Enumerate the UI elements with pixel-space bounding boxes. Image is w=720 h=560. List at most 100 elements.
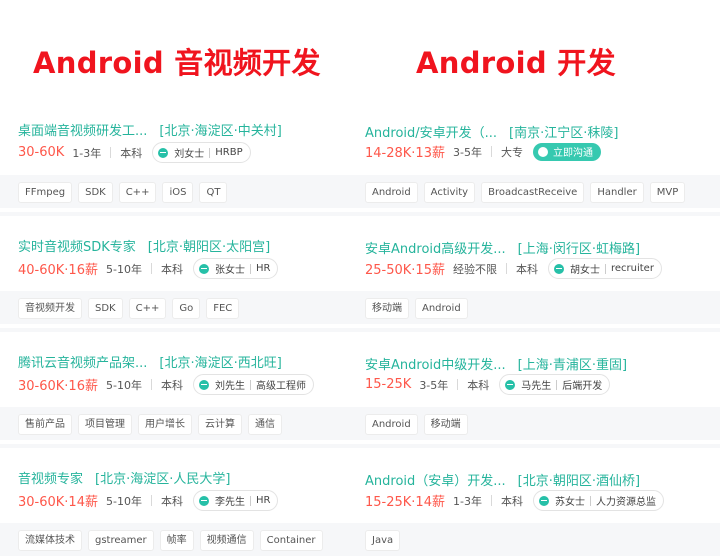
skill-tag[interactable]: 移动端 <box>365 298 409 319</box>
job-tags-bar: 流媒体技术 gstreamer 帧率 视频通信 Container <box>0 523 352 556</box>
recruiter-chip[interactable]: 刘女士 HRBP <box>152 142 251 163</box>
skill-tag[interactable]: 音视频开发 <box>18 298 82 319</box>
job-title[interactable]: Android/安卓开发（... <box>365 126 497 141</box>
chat-icon <box>537 146 548 157</box>
job-meta: 40-60K·16薪 5-10年 本科 张女士 HR <box>18 258 279 279</box>
skill-tag[interactable]: BroadcastReceive <box>481 182 585 203</box>
divider <box>209 147 211 158</box>
job-title-line[interactable]: 音视频专家 [北京·海淀区·人民大学] <box>18 468 230 487</box>
skill-tag[interactable]: 通信 <box>248 414 282 435</box>
skill-tag[interactable]: Handler <box>590 182 644 203</box>
skill-tag[interactable]: FEC <box>206 298 240 319</box>
job-card[interactable]: 音视频专家 [北京·海淀区·人民大学] 30-60K·14薪 5-10年 本科 李先生 HR… <box>0 444 352 560</box>
job-title[interactable]: 桌面端音视频研发工... <box>18 124 147 139</box>
job-meta: 15-25K·14薪 1-3年 本科 苏女士 人力资源总监 <box>365 490 664 511</box>
recruiter-name: 刘先生 <box>214 381 245 392</box>
skill-tag[interactable]: Activity <box>423 182 476 203</box>
job-card-header[interactable]: 桌面端音视频研发工... [北京·海淀区·中关村] 30-60K 1-3年 本科 刘女士 H… <box>0 100 352 175</box>
divider <box>457 379 459 390</box>
recruiter-name: 刘女士 <box>174 149 205 160</box>
skill-tag[interactable]: iOS <box>162 182 194 203</box>
skill-tag[interactable]: FFmpeg <box>18 182 73 203</box>
job-salary: 15-25K <box>365 377 412 392</box>
job-salary: 30-60K·16薪 <box>18 379 98 394</box>
job-card-header[interactable]: Android/安卓开发（... [南京·江宁区·秣陵] 14-28K·13薪 3-5… <box>352 100 720 175</box>
skill-tag[interactable]: Go <box>172 298 201 319</box>
recruiter-chip[interactable]: 胡女士 recruiter <box>547 258 662 279</box>
job-education: 本科 <box>160 494 183 508</box>
recruiter-role: recruiter <box>610 263 654 274</box>
job-title-line[interactable]: Android/安卓开发（... [南京·江宁区·秣陵] <box>365 122 618 141</box>
skill-tag[interactable]: 帧率 <box>159 530 194 551</box>
skill-tag[interactable]: SDK <box>78 182 113 203</box>
job-experience: 3-5年 <box>419 378 449 392</box>
job-title-line[interactable]: Android（安卓）开发... [北京·朝阳区·酒仙桥] <box>365 470 640 489</box>
divider <box>589 495 591 506</box>
job-education: 本科 <box>160 378 183 392</box>
job-title[interactable]: 腾讯云音视频产品架... <box>18 356 147 371</box>
job-title[interactable]: 安卓Android中级开发... <box>365 358 506 373</box>
job-card[interactable]: Android/安卓开发（... [南京·江宁区·秣陵] 14-28K·13薪 3-5… <box>352 100 720 212</box>
job-tags-bar: FFmpeg SDK C++ iOS QT <box>0 175 352 208</box>
skill-tag[interactable]: 售前产品 <box>18 414 72 435</box>
job-card[interactable]: 桌面端音视频研发工... [北京·海淀区·中关村] 30-60K 1-3年 本科 刘女士 H… <box>0 100 352 212</box>
skill-tag[interactable]: Android <box>365 182 418 203</box>
skill-tag[interactable]: Android <box>415 298 468 319</box>
skill-tag[interactable]: Container <box>259 530 323 551</box>
recruiter-role: 人力资源总监 <box>595 497 656 508</box>
skill-tag[interactable]: Java <box>365 530 401 551</box>
skill-tag[interactable]: 云计算 <box>198 414 242 435</box>
job-meta: 15-25K 3-5年 本科 马先生 后端开发 <box>365 374 611 395</box>
job-card-header[interactable]: 安卓Android中级开发... [上海·青浦区·重固] 15-25K 3-5年 本科马… <box>352 332 720 407</box>
divider <box>150 379 152 390</box>
job-title[interactable]: 音视频专家 <box>18 472 83 487</box>
skill-tag[interactable]: 视频通信 <box>199 530 254 551</box>
divider <box>249 263 251 274</box>
recruiter-chip[interactable]: 马先生 后端开发 <box>499 374 611 395</box>
job-title-line[interactable]: 安卓Android中级开发... [上海·青浦区·重固] <box>365 354 627 373</box>
tag-list: Android Activity BroadcastReceive Handler MV… <box>365 182 691 203</box>
job-card[interactable]: 安卓Android高级开发... [上海·闵行区·虹梅路] 25-50K·15薪 经验… <box>352 212 720 328</box>
chat-now-button[interactable]: 立即沟通 <box>532 142 601 161</box>
job-title-line[interactable]: 腾讯云音视频产品架... [北京·海淀区·西北旺] <box>18 352 282 371</box>
job-card-header[interactable]: 安卓Android高级开发... [上海·闵行区·虹梅路] 25-50K·15薪 经验… <box>352 216 720 291</box>
job-title-line[interactable]: 实时音视频SDK专家 [北京·朝阳区·太阳宫] <box>18 236 270 255</box>
skill-tag[interactable]: 用户增长 <box>138 414 192 435</box>
recruiter-chip[interactable]: 苏女士 人力资源总监 <box>532 490 664 511</box>
job-card-header[interactable]: 腾讯云音视频产品架... [北京·海淀区·西北旺] 30-60K·16薪 5-10年 本… <box>0 332 352 407</box>
recruiter-chip[interactable]: 刘先生 高级工程师 <box>192 374 314 395</box>
job-card[interactable]: Android（安卓）开发... [北京·朝阳区·酒仙桥] 15-25K·14薪 1-… <box>352 444 720 560</box>
job-title[interactable]: 实时音视频SDK专家 <box>18 240 136 255</box>
job-title[interactable]: 安卓Android高级开发... <box>365 242 506 257</box>
skill-tag[interactable]: SDK <box>88 298 123 319</box>
recruiter-chip[interactable]: 李先生 HR <box>192 490 279 511</box>
job-card-header[interactable]: Android（安卓）开发... [北京·朝阳区·酒仙桥] 15-25K·14薪 1-… <box>352 448 720 523</box>
skill-tag[interactable]: C++ <box>118 182 157 203</box>
skill-tag[interactable]: 项目管理 <box>78 414 132 435</box>
skill-tag[interactable]: 流媒体技术 <box>18 530 82 551</box>
job-card-header[interactable]: 实时音视频SDK专家 [北京·朝阳区·太阳宫] 40-60K·16薪 5-10年 本科张… <box>0 216 352 291</box>
job-card-header[interactable]: 音视频专家 [北京·海淀区·人民大学] 30-60K·14薪 5-10年 本科 李先生 HR <box>0 448 352 523</box>
skill-tag[interactable]: Android <box>365 414 418 435</box>
divider <box>556 379 558 390</box>
skill-tag[interactable]: MVP <box>649 182 686 203</box>
job-tags-bar: Java <box>352 523 720 556</box>
job-title[interactable]: Android（安卓）开发... <box>365 474 506 489</box>
job-education: 大专 <box>500 145 523 159</box>
job-title-line[interactable]: 桌面端音视频研发工... [北京·海淀区·中关村] <box>18 120 282 139</box>
skill-tag[interactable]: gstreamer <box>88 530 154 551</box>
recruiter-role: HRBP <box>215 147 243 158</box>
job-meta: 30-60K·14薪 5-10年 本科 李先生 HR <box>18 490 279 511</box>
job-salary: 30-60K·14薪 <box>18 495 98 510</box>
recruiter-chip[interactable]: 张女士 HR <box>192 258 279 279</box>
job-location: [北京·朝阳区·太阳宫] <box>147 240 271 255</box>
chat-icon <box>538 495 549 506</box>
job-title-line[interactable]: 安卓Android高级开发... [上海·闵行区·虹梅路] <box>365 238 640 257</box>
job-card[interactable]: 腾讯云音视频产品架... [北京·海淀区·西北旺] 30-60K·16薪 5-10年 本… <box>0 328 352 444</box>
job-card[interactable]: 实时音视频SDK专家 [北京·朝阳区·太阳宫] 40-60K·16薪 5-10年 本科张… <box>0 212 352 328</box>
job-salary: 14-28K·13薪 <box>365 146 445 161</box>
job-card[interactable]: 安卓Android中级开发... [上海·青浦区·重固] 15-25K 3-5年 本科马… <box>352 328 720 444</box>
skill-tag[interactable]: QT <box>199 182 228 203</box>
skill-tag[interactable]: 移动端 <box>423 414 468 435</box>
skill-tag[interactable]: C++ <box>128 298 167 319</box>
